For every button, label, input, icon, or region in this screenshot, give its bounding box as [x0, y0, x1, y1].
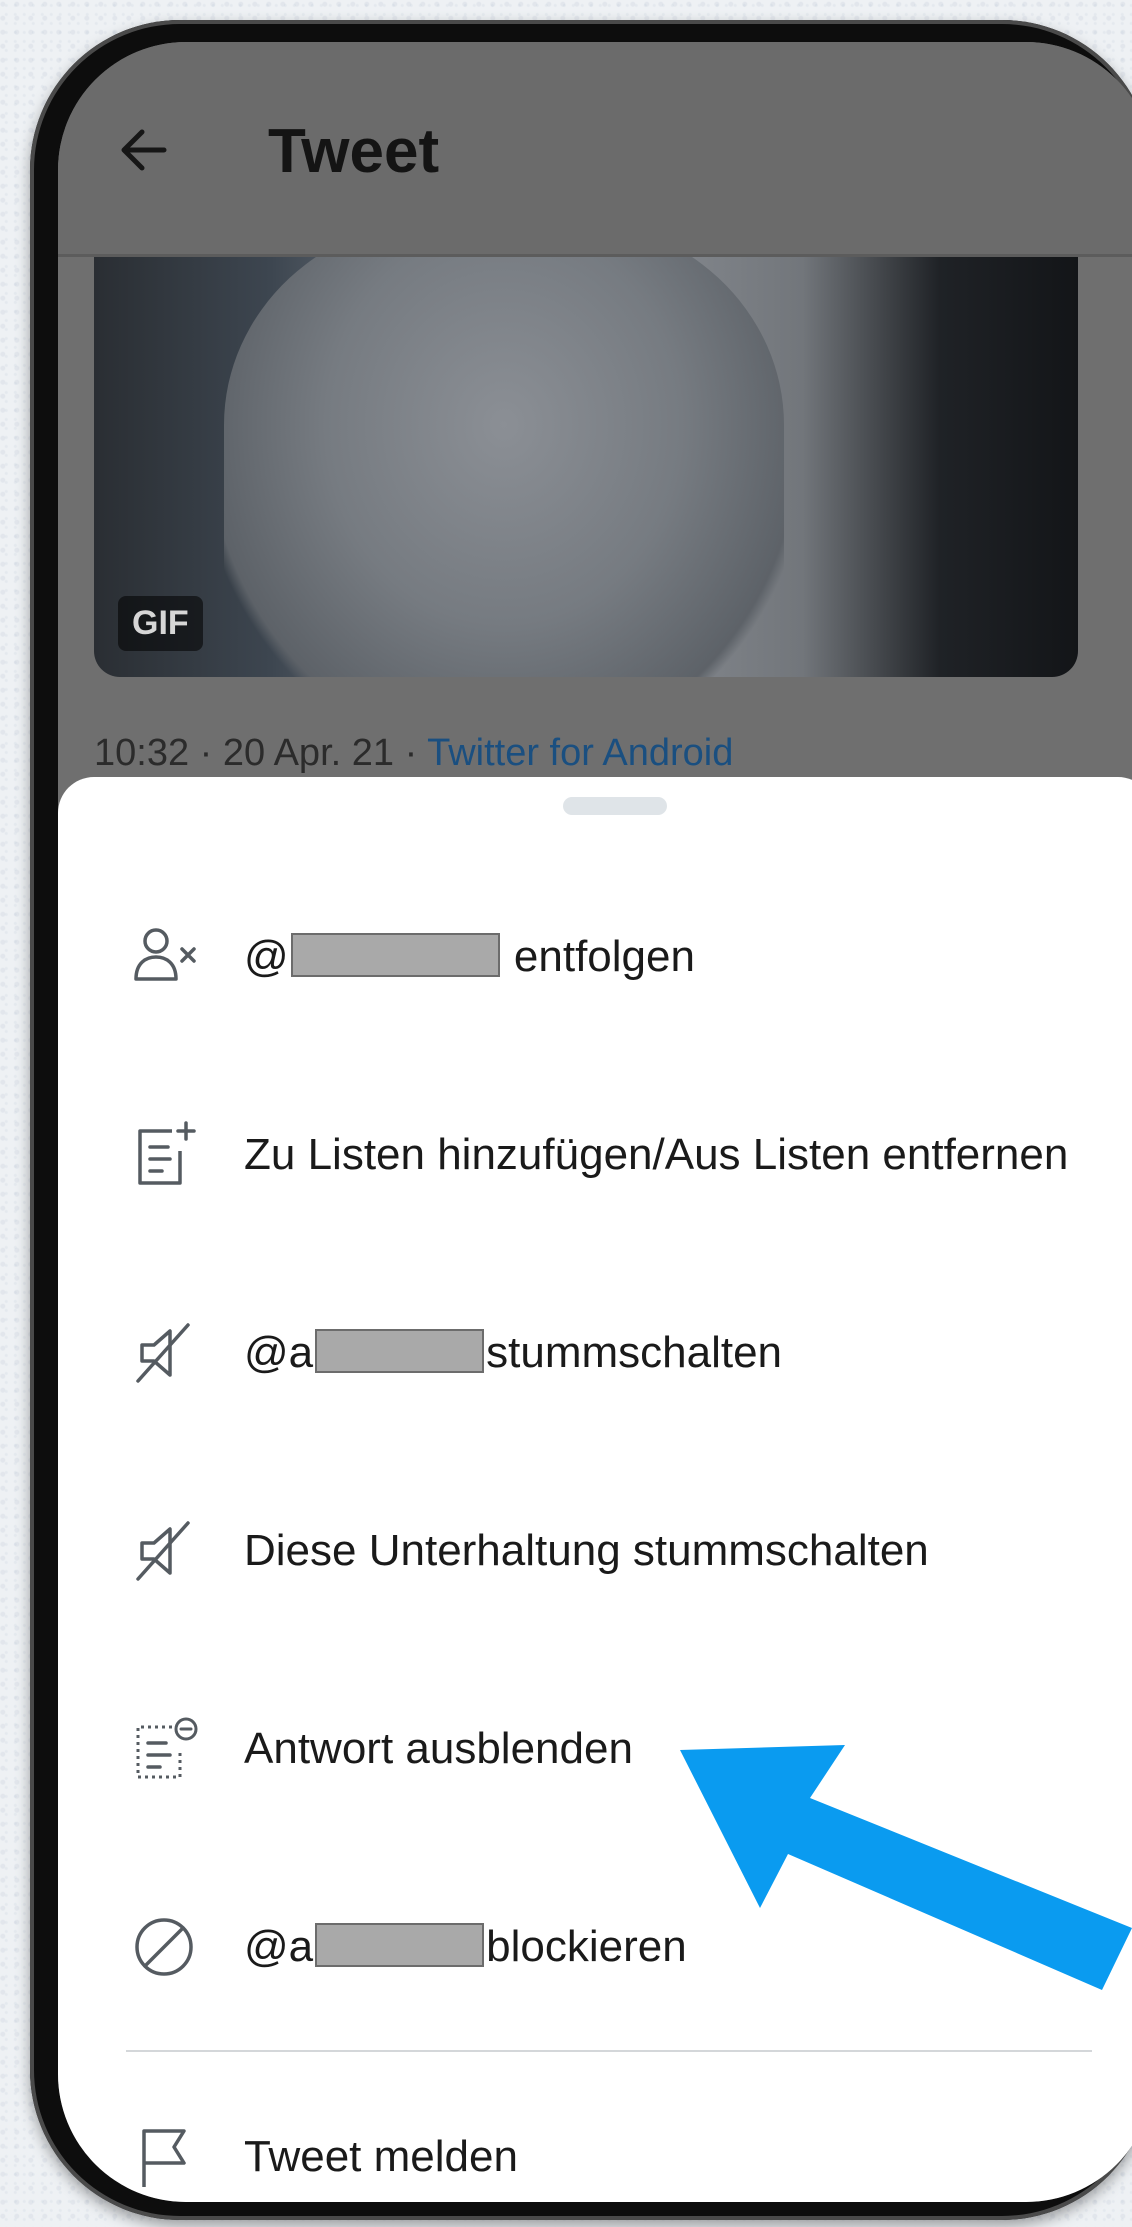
menu-item-label: @a blockieren [244, 1922, 687, 1972]
redacted-username [315, 1923, 485, 1967]
menu-item-label: @ entfolgen [244, 932, 695, 982]
tweet-timestamp: 10:32 · 20 Apr. 21 · [94, 732, 428, 774]
tweet-source-link[interactable]: Twitter for Android [427, 732, 733, 774]
redacted-username [315, 1329, 485, 1373]
menu-item-mute-user[interactable]: @a stummschalten [58, 1268, 1132, 1438]
menu-item-label: Zu Listen hinzufügen/Aus Listen entferne… [244, 1130, 1069, 1179]
menu-item-unfollow[interactable]: @ entfolgen [58, 872, 1132, 1042]
top-app-bar: Tweet [58, 42, 1132, 257]
menu-item-action-text: stummschalten [486, 1328, 783, 1377]
menu-item-label: Antwort ausblenden [244, 1724, 633, 1773]
tweet-metadata: 10:32 · 20 Apr. 21 · Twitter for Android [94, 732, 733, 775]
redacted-username [290, 933, 500, 977]
annotation-arrow [680, 1745, 1132, 1990]
menu-item-label: Tweet melden [244, 2132, 518, 2181]
tweet-gif-media[interactable]: GIF [94, 257, 1078, 677]
menu-item-mute-conversation[interactable]: Diese Unterhaltung stummschalten [58, 1466, 1132, 1636]
unfollow-user-icon [134, 928, 196, 981]
add-to-list-icon [138, 1121, 196, 1185]
mute-icon [136, 1521, 190, 1581]
block-icon [135, 1918, 193, 1976]
gif-frame-image [224, 257, 784, 677]
menu-divider [126, 2050, 1092, 2052]
menu-item-label: @a stummschalten [244, 1328, 782, 1378]
sheet-drag-handle[interactable] [563, 797, 667, 815]
mute-icon [136, 1323, 190, 1383]
menu-item-action-text: entfolgen [501, 932, 695, 981]
menu-item-label: Diese Unterhaltung stummschalten [244, 1526, 929, 1575]
page-title: Tweet [268, 117, 440, 186]
username-prefix: @ [244, 932, 289, 981]
username-prefix: @a [244, 1922, 314, 1971]
username-prefix: @a [244, 1328, 314, 1377]
flag-icon [142, 2129, 186, 2187]
gif-badge: GIF [118, 596, 203, 651]
menu-item-add-to-lists[interactable]: Zu Listen hinzufügen/Aus Listen entferne… [58, 1070, 1132, 1240]
hide-reply-icon [136, 1717, 198, 1779]
back-arrow-icon[interactable] [114, 120, 174, 180]
menu-item-report-tweet[interactable]: Tweet melden [58, 2072, 1132, 2202]
